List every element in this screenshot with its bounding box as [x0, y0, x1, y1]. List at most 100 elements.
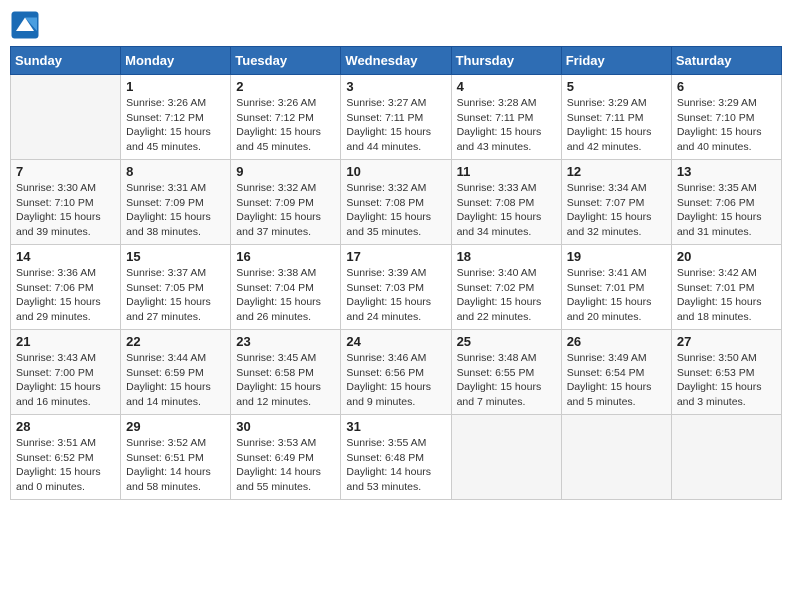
calendar-cell: 13 Sunrise: 3:35 AM Sunset: 7:06 PM Dayli…	[671, 160, 781, 245]
day-info: Sunrise: 3:41 AM Sunset: 7:01 PM Dayligh…	[567, 266, 666, 325]
day-number: 22	[126, 334, 225, 349]
calendar-cell: 30Sunrise: 3:53 AM Sunset: 6:49 PM Dayli…	[231, 415, 341, 500]
day-number: 23	[236, 334, 335, 349]
calendar-cell: 11 Sunrise: 3:33 AM Sunset: 7:08 PM Dayli…	[451, 160, 561, 245]
day-number: 27	[677, 334, 776, 349]
day-info: Sunrise: 3:43 AM Sunset: 7:00 PM Dayligh…	[16, 351, 115, 410]
day-info: Sunrise: 3:33 AM Sunset: 7:08 PM Dayligh…	[457, 181, 556, 240]
calendar-cell: 20 Sunrise: 3:42 AM Sunset: 7:01 PM Dayli…	[671, 245, 781, 330]
day-number: 3	[346, 79, 445, 94]
calendar-cell: 21Sunrise: 3:43 AM Sunset: 7:00 PM Dayli…	[11, 330, 121, 415]
weekday-header: Saturday	[671, 47, 781, 75]
day-info: Sunrise: 3:30 AM Sunset: 7:10 PM Dayligh…	[16, 181, 115, 240]
day-info: Sunrise: 3:40 AM Sunset: 7:02 PM Dayligh…	[457, 266, 556, 325]
calendar-cell: 18 Sunrise: 3:40 AM Sunset: 7:02 PM Dayli…	[451, 245, 561, 330]
day-number: 13	[677, 164, 776, 179]
day-number: 5	[567, 79, 666, 94]
day-number: 18	[457, 249, 556, 264]
day-number: 9	[236, 164, 335, 179]
day-number: 25	[457, 334, 556, 349]
day-info: Sunrise: 3:35 AM Sunset: 7:06 PM Dayligh…	[677, 181, 776, 240]
calendar-cell: 22 Sunrise: 3:44 AM Sunset: 6:59 PM Dayli…	[121, 330, 231, 415]
day-info: Sunrise: 3:49 AM Sunset: 6:54 PM Dayligh…	[567, 351, 666, 410]
day-number: 2	[236, 79, 335, 94]
day-info: Sunrise: 3:27 AM Sunset: 7:11 PM Dayligh…	[346, 96, 445, 155]
calendar-cell: 3 Sunrise: 3:27 AM Sunset: 7:11 PM Daylig…	[341, 75, 451, 160]
calendar-week-row: 14 Sunrise: 3:36 AM Sunset: 7:06 PM Dayli…	[11, 245, 782, 330]
day-info: Sunrise: 3:29 AM Sunset: 7:10 PM Dayligh…	[677, 96, 776, 155]
day-info: Sunrise: 3:44 AM Sunset: 6:59 PM Dayligh…	[126, 351, 225, 410]
day-number: 28	[16, 419, 115, 434]
weekday-header: Tuesday	[231, 47, 341, 75]
calendar-cell: 5 Sunrise: 3:29 AM Sunset: 7:11 PM Daylig…	[561, 75, 671, 160]
calendar-cell: 8 Sunrise: 3:31 AM Sunset: 7:09 PM Daylig…	[121, 160, 231, 245]
calendar-cell	[451, 415, 561, 500]
day-info: Sunrise: 3:52 AM Sunset: 6:51 PM Dayligh…	[126, 436, 225, 495]
calendar-cell: 26 Sunrise: 3:49 AM Sunset: 6:54 PM Dayli…	[561, 330, 671, 415]
logo	[10, 10, 42, 40]
calendar-cell: 6 Sunrise: 3:29 AM Sunset: 7:10 PM Daylig…	[671, 75, 781, 160]
day-info: Sunrise: 3:37 AM Sunset: 7:05 PM Dayligh…	[126, 266, 225, 325]
calendar-cell: 12 Sunrise: 3:34 AM Sunset: 7:07 PM Dayli…	[561, 160, 671, 245]
calendar-cell: 29 Sunrise: 3:52 AM Sunset: 6:51 PM Dayli…	[121, 415, 231, 500]
calendar-cell: 25 Sunrise: 3:48 AM Sunset: 6:55 PM Dayli…	[451, 330, 561, 415]
calendar-cell	[11, 75, 121, 160]
day-info: Sunrise: 3:29 AM Sunset: 7:11 PM Dayligh…	[567, 96, 666, 155]
day-number: 20	[677, 249, 776, 264]
day-number: 12	[567, 164, 666, 179]
calendar-cell: 9 Sunrise: 3:32 AM Sunset: 7:09 PM Daylig…	[231, 160, 341, 245]
day-info: Sunrise: 3:34 AM Sunset: 7:07 PM Dayligh…	[567, 181, 666, 240]
calendar-cell: 19Sunrise: 3:41 AM Sunset: 7:01 PM Dayli…	[561, 245, 671, 330]
day-number: 14	[16, 249, 115, 264]
calendar-cell: 10Sunrise: 3:32 AM Sunset: 7:08 PM Dayli…	[341, 160, 451, 245]
calendar-cell: 15 Sunrise: 3:37 AM Sunset: 7:05 PM Dayli…	[121, 245, 231, 330]
day-number: 15	[126, 249, 225, 264]
calendar-cell: 14 Sunrise: 3:36 AM Sunset: 7:06 PM Dayli…	[11, 245, 121, 330]
day-number: 29	[126, 419, 225, 434]
calendar-cell: 2Sunrise: 3:26 AM Sunset: 7:12 PM Daylig…	[231, 75, 341, 160]
calendar-cell: 16 Sunrise: 3:38 AM Sunset: 7:04 PM Dayli…	[231, 245, 341, 330]
header	[10, 10, 782, 40]
day-info: Sunrise: 3:48 AM Sunset: 6:55 PM Dayligh…	[457, 351, 556, 410]
calendar-cell	[561, 415, 671, 500]
day-info: Sunrise: 3:38 AM Sunset: 7:04 PM Dayligh…	[236, 266, 335, 325]
day-number: 17	[346, 249, 445, 264]
day-info: Sunrise: 3:51 AM Sunset: 6:52 PM Dayligh…	[16, 436, 115, 495]
calendar-table: SundayMondayTuesdayWednesdayThursdayFrid…	[10, 46, 782, 500]
weekday-header: Wednesday	[341, 47, 451, 75]
day-number: 24	[346, 334, 445, 349]
day-number: 16	[236, 249, 335, 264]
day-info: Sunrise: 3:55 AM Sunset: 6:48 PM Dayligh…	[346, 436, 445, 495]
day-number: 1	[126, 79, 225, 94]
day-info: Sunrise: 3:32 AM Sunset: 7:09 PM Dayligh…	[236, 181, 335, 240]
calendar-cell: 31Sunrise: 3:55 AM Sunset: 6:48 PM Dayli…	[341, 415, 451, 500]
calendar-week-row: 21Sunrise: 3:43 AM Sunset: 7:00 PM Dayli…	[11, 330, 782, 415]
calendar-cell: 23 Sunrise: 3:45 AM Sunset: 6:58 PM Dayli…	[231, 330, 341, 415]
calendar-week-row: 1 Sunrise: 3:26 AM Sunset: 7:12 PM Daylig…	[11, 75, 782, 160]
weekday-header-row: SundayMondayTuesdayWednesdayThursdayFrid…	[11, 47, 782, 75]
day-number: 6	[677, 79, 776, 94]
day-info: Sunrise: 3:42 AM Sunset: 7:01 PM Dayligh…	[677, 266, 776, 325]
calendar-cell: 1 Sunrise: 3:26 AM Sunset: 7:12 PM Daylig…	[121, 75, 231, 160]
day-info: Sunrise: 3:26 AM Sunset: 7:12 PM Dayligh…	[126, 96, 225, 155]
day-info: Sunrise: 3:36 AM Sunset: 7:06 PM Dayligh…	[16, 266, 115, 325]
weekday-header: Sunday	[11, 47, 121, 75]
day-number: 10	[346, 164, 445, 179]
logo-icon	[10, 10, 40, 40]
day-number: 7	[16, 164, 115, 179]
calendar-cell	[671, 415, 781, 500]
day-info: Sunrise: 3:45 AM Sunset: 6:58 PM Dayligh…	[236, 351, 335, 410]
day-info: Sunrise: 3:50 AM Sunset: 6:53 PM Dayligh…	[677, 351, 776, 410]
calendar-cell: 4Sunrise: 3:28 AM Sunset: 7:11 PM Daylig…	[451, 75, 561, 160]
day-info: Sunrise: 3:39 AM Sunset: 7:03 PM Dayligh…	[346, 266, 445, 325]
day-info: Sunrise: 3:53 AM Sunset: 6:49 PM Dayligh…	[236, 436, 335, 495]
calendar-cell: 7 Sunrise: 3:30 AM Sunset: 7:10 PM Daylig…	[11, 160, 121, 245]
calendar-week-row: 7 Sunrise: 3:30 AM Sunset: 7:10 PM Daylig…	[11, 160, 782, 245]
day-number: 11	[457, 164, 556, 179]
calendar-week-row: 28 Sunrise: 3:51 AM Sunset: 6:52 PM Dayli…	[11, 415, 782, 500]
day-info: Sunrise: 3:31 AM Sunset: 7:09 PM Dayligh…	[126, 181, 225, 240]
weekday-header: Thursday	[451, 47, 561, 75]
day-number: 4	[457, 79, 556, 94]
day-number: 26	[567, 334, 666, 349]
day-number: 8	[126, 164, 225, 179]
